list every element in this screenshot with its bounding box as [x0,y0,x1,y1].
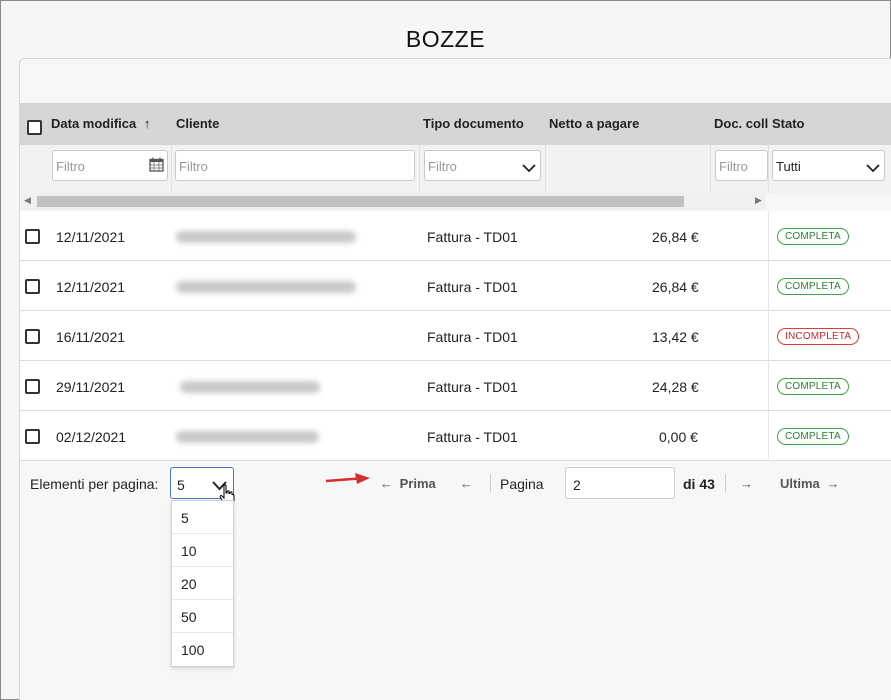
page-title: BOZZE [405,26,486,52]
column-header-doc-coll[interactable]: Doc. coll [714,116,771,131]
status-badge: INCOMPLETA [777,328,860,345]
previous-page-button[interactable]: ← [460,476,473,491]
row-date: 29/11/2021 [56,379,126,395]
status-badge: COMPLETA [777,378,849,395]
row-date: 12/11/2021 [56,229,126,245]
doc-filter-placeholder: Filtro [719,159,748,174]
row-netto: 0,00 € [659,429,698,445]
per-page-option[interactable]: 100 [172,633,233,666]
column-header-data-modifica[interactable]: Data modifica ↑ [51,116,150,131]
annotation-arrow-icon [325,472,371,493]
per-page-value: 5 [177,477,185,493]
total-pages-label: di 43 [683,476,715,492]
redacted-client-name [176,431,319,443]
chevron-down-icon [522,160,536,178]
arrow-right-icon: → [740,476,753,491]
column-header-tipo-documento[interactable]: Tipo documento [423,116,524,131]
row-date: 16/11/2021 [56,329,126,345]
last-page-label: Ultima [780,476,820,491]
arrow-right-icon: → [826,476,840,491]
status-badge: COMPLETA [777,278,849,295]
row-date: 12/11/2021 [56,279,126,295]
row-date: 02/12/2021 [56,429,127,445]
page-number-value: 2 [573,477,581,493]
sort-asc-icon: ↑ [143,116,151,131]
row-netto: 13,42 € [652,329,699,345]
per-page-dropdown: 5 10 20 50 100 [171,500,234,667]
row-checkbox[interactable] [25,279,40,294]
per-page-option[interactable]: 20 [172,567,233,600]
row-tipo: Fattura - TD01 [427,429,518,445]
row-netto: 24,28 € [652,379,699,395]
scrollbar-thumb[interactable] [37,196,684,207]
row-tipo: Fattura - TD01 [427,229,518,245]
status-badge: COMPLETA [777,428,849,445]
per-page-option[interactable]: 10 [172,534,233,567]
per-page-label: Elementi per pagina: [30,476,159,492]
calendar-icon[interactable] [149,157,164,177]
column-header-label: Data modifica [51,116,137,131]
cliente-filter-input[interactable]: Filtro [175,150,415,181]
row-tipo: Fattura - TD01 [427,279,518,295]
row-checkbox[interactable] [25,429,40,444]
row-checkbox[interactable] [25,229,40,244]
status-badge: COMPLETA [777,228,849,245]
column-header-cliente[interactable]: Cliente [176,116,219,131]
column-header-stato[interactable]: Stato [772,116,805,131]
arrow-left-icon: ← [460,476,473,491]
per-page-option[interactable]: 5 [172,501,233,534]
column-header-netto-a-pagare[interactable]: Netto a pagare [549,116,639,131]
row-checkbox[interactable] [25,329,40,344]
row-netto: 26,84 € [652,279,699,295]
tipo-filter-placeholder: Filtro [428,159,457,174]
scroll-left-icon[interactable]: ◀ [24,195,31,206]
scroll-right-icon[interactable]: ▶ [755,195,762,206]
first-page-button[interactable]: ← Prima [380,476,436,491]
arrow-left-icon: ← [380,476,393,491]
redacted-client-name [180,381,320,393]
cliente-filter-placeholder: Filtro [179,159,208,174]
per-page-option[interactable]: 50 [172,600,233,633]
redacted-client-name [176,231,356,243]
stato-filter-value: Tutti [776,159,801,174]
chevron-down-icon [866,160,880,178]
doc-coll-filter-input[interactable]: Filtro [715,150,768,181]
row-tipo: Fattura - TD01 [427,379,518,395]
select-all-checkbox[interactable] [27,120,42,135]
page-number-input[interactable]: 2 [565,467,675,499]
date-filter-placeholder: Filtro [56,159,85,174]
row-netto: 26,84 € [652,229,699,245]
first-page-label: Prima [399,476,436,491]
redacted-client-name [176,281,356,293]
page-label: Pagina [500,476,544,492]
last-page-button[interactable]: Ultima → [780,476,839,491]
next-page-button[interactable]: → [740,476,753,491]
row-checkbox[interactable] [25,379,40,394]
row-tipo: Fattura - TD01 [427,329,518,345]
